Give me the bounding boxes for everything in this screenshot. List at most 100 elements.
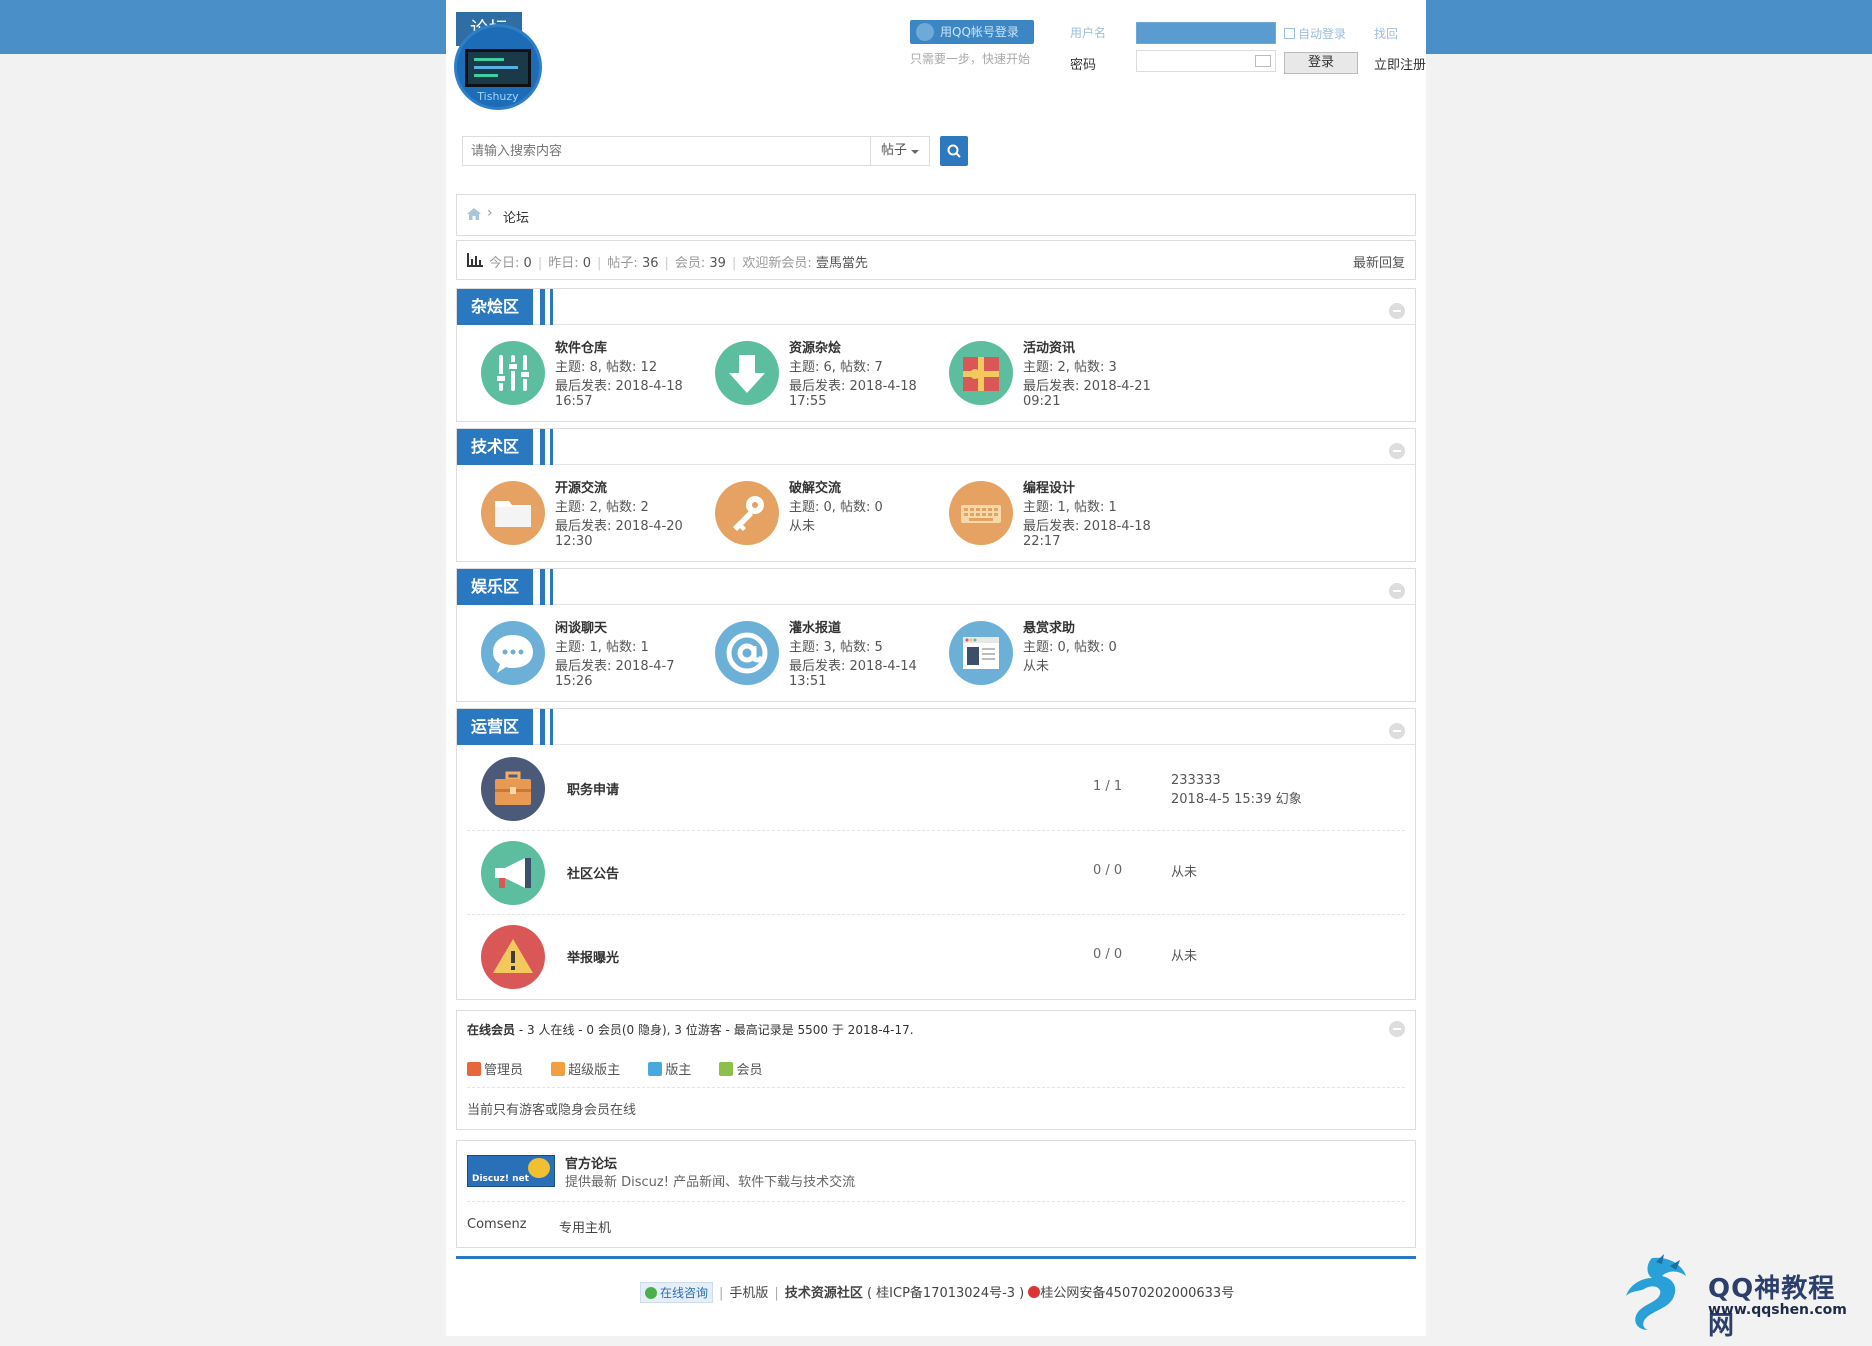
forum-software[interactable]: 软件仓库 主题: 8, 帖数: 12 最后发表: 2018-4-18 16:57	[481, 337, 711, 427]
forum-last-post[interactable]: 233333 2018-4-5 15:39 幻象	[1171, 771, 1302, 809]
forum-name[interactable]: 职务申请	[567, 779, 619, 798]
search-type-select[interactable]: 帖子	[870, 136, 930, 166]
forum-name[interactable]: 灌水报道	[789, 617, 841, 636]
login-hint: 只需要一步，快速开始	[910, 52, 1031, 66]
menu-icon[interactable]	[1396, 14, 1426, 38]
breadcrumb-current[interactable]: 论坛	[503, 207, 529, 226]
forum-name[interactable]: 软件仓库	[555, 337, 607, 356]
auto-login-label: 自动登录	[1298, 27, 1347, 41]
category-title[interactable]: 杂烩区	[457, 289, 553, 325]
forum-last-post[interactable]: 最后发表: 2018-4-21	[1023, 375, 1151, 394]
keyboard-icon	[949, 481, 1013, 545]
latest-reply-link[interactable]: 最新回复	[1353, 252, 1405, 271]
forum-open-source[interactable]: 开源交流 主题: 2, 帖数: 2 最后发表: 2018-4-20 12:30	[481, 477, 711, 567]
forum-counts: 0 / 0	[1093, 947, 1123, 962]
official-forum-link[interactable]: 官方论坛	[565, 1153, 617, 1172]
search-box	[462, 136, 872, 166]
discuz-banner[interactable]: Discuz! net	[467, 1155, 555, 1187]
forum-counts: 0 / 0	[1093, 863, 1123, 878]
forum-programming[interactable]: 编程设计 主题: 1, 帖数: 1 最后发表: 2018-4-18 22:17	[949, 477, 1179, 567]
browser-window-icon	[949, 621, 1013, 685]
forum-last-post[interactable]: 最后发表: 2018-4-18	[1023, 515, 1151, 534]
dragon-logo-icon	[1626, 1254, 1686, 1330]
forum-row-report[interactable]: 举报曝光 0 / 0 从未	[467, 915, 1405, 999]
forum-name[interactable]: 社区公告	[567, 863, 619, 882]
collapse-icon[interactable]	[1389, 443, 1405, 459]
search-icon	[947, 144, 961, 158]
link-comsenz[interactable]: Comsenz	[467, 1217, 527, 1232]
mobile-link[interactable]: 手机版	[729, 1286, 768, 1301]
forum-last-time: 22:17	[1023, 534, 1061, 549]
online-title-link[interactable]: 在线会员	[467, 1023, 515, 1037]
icp-link[interactable]: ( 桂ICP备17013024号-3 )	[867, 1286, 1024, 1301]
forum-chat[interactable]: 闲谈聊天 主题: 1, 帖数: 1 最后发表: 2018-4-7 15:26	[481, 617, 711, 707]
police-record-link[interactable]: 桂公网安备45070202000633号	[1040, 1286, 1234, 1301]
breadcrumb-separator: ›	[487, 205, 493, 221]
forum-name[interactable]: 编程设计	[1023, 477, 1075, 496]
forum-cracking[interactable]: 破解交流 主题: 0, 帖数: 0 从未	[715, 477, 945, 567]
forum-bounty[interactable]: 悬赏求助 主题: 0, 帖数: 0 从未	[949, 617, 1179, 707]
forum-last-time: 09:21	[1023, 394, 1061, 409]
forum-last-post[interactable]: 最后发表: 2018-4-18	[789, 375, 917, 394]
find-password-link[interactable]: 找回密码	[1374, 25, 1398, 42]
forum-name[interactable]: 悬赏求助	[1023, 617, 1075, 636]
forum-last-post[interactable]: 最后发表: 2018-4-7	[555, 655, 675, 674]
super-moderator-icon	[551, 1062, 566, 1076]
category-operations: 运营区 职务申请 1 / 1 233333 2018-4-5 15:39 幻象 社…	[456, 708, 1416, 1000]
forum-last-post[interactable]: 最后发表: 2018-4-14	[789, 655, 917, 674]
forum-last-time: 17:55	[789, 394, 827, 409]
keyboard-icon[interactable]	[1255, 55, 1271, 67]
sliders-icon	[481, 341, 545, 405]
forum-name[interactable]: 活动资讯	[1023, 337, 1075, 356]
forum-events[interactable]: 活动资讯 主题: 2, 帖数: 3 最后发表: 2018-4-21 09:21	[949, 337, 1179, 427]
forum-name[interactable]: 资源杂烩	[789, 337, 841, 356]
moderator-icon	[648, 1062, 663, 1076]
collapse-icon[interactable]	[1389, 723, 1405, 739]
forum-counts: 1 / 1	[1093, 779, 1123, 794]
category-title[interactable]: 运营区	[457, 709, 553, 745]
category-title[interactable]: 技术区	[457, 429, 553, 465]
password-input[interactable]	[1136, 50, 1276, 72]
folder-icon	[481, 481, 545, 545]
forum-row-announcement[interactable]: 社区公告 0 / 0 从未	[467, 831, 1405, 915]
forum-name[interactable]: 举报曝光	[567, 947, 619, 966]
auto-login-checkbox[interactable]: 自动登录	[1284, 25, 1346, 42]
footer-divider	[456, 1256, 1416, 1259]
forum-water[interactable]: 灌水报道 主题: 3, 帖数: 5 最后发表: 2018-4-14 13:51	[715, 617, 945, 707]
forum-stats-bar: 今日: 0 | 昨日: 0 | 帖子: 36 | 会员: 39 | 欢迎新会员: 壹馬當先 最新…	[456, 240, 1416, 280]
collapse-icon[interactable]	[1389, 583, 1405, 599]
forum-counts: 主题: 1, 帖数: 1	[555, 640, 649, 655]
tab-help[interactable]: 求助	[534, 12, 600, 46]
forum-last-post[interactable]: 最后发表: 2018-4-18	[555, 375, 683, 394]
category-title[interactable]: 娱乐区	[457, 569, 553, 605]
site-logo[interactable]: Tishuzy	[454, 24, 542, 110]
chat-bubble-icon	[481, 621, 545, 685]
category-entertainment: 娱乐区 闲谈聊天 主题: 1, 帖数: 1 最后发表: 2018-4-7 15:…	[456, 568, 1416, 702]
register-link[interactable]: 立即注册	[1374, 54, 1426, 73]
password-label: 密码	[1070, 58, 1097, 73]
home-icon[interactable]	[467, 208, 481, 220]
forum-name[interactable]: 破解交流	[789, 477, 841, 496]
username-label: 用户名	[1070, 26, 1107, 40]
breadcrumb: › 论坛	[456, 194, 1416, 236]
search-input[interactable]	[463, 137, 871, 165]
collapse-icon[interactable]	[1389, 303, 1405, 319]
forum-name[interactable]: 开源交流	[555, 477, 607, 496]
site-name-link[interactable]: 技术资源社区	[785, 1286, 863, 1301]
forum-counts: 主题: 1, 帖数: 1	[1023, 500, 1117, 515]
online-consult-button[interactable]: 在线咨询	[640, 1282, 714, 1303]
login-button[interactable]: 登录	[1284, 52, 1358, 74]
link-hosting[interactable]: 专用主机	[559, 1217, 611, 1236]
username-input[interactable]	[1136, 22, 1276, 44]
newest-member-link[interactable]: 壹馬當先	[816, 256, 868, 271]
forum-last-time: 13:51	[789, 674, 827, 689]
collapse-icon[interactable]	[1389, 1021, 1405, 1037]
forum-counts: 主题: 2, 帖数: 3	[1023, 360, 1117, 375]
forum-name[interactable]: 闲谈聊天	[555, 617, 607, 636]
forum-resources[interactable]: 资源杂烩 主题: 6, 帖数: 7 最后发表: 2018-4-18 17:55	[715, 337, 945, 427]
forum-row-job[interactable]: 职务申请 1 / 1 233333 2018-4-5 15:39 幻象	[467, 747, 1405, 831]
qq-login-button[interactable]: 用QQ帐号登录	[910, 20, 1034, 44]
forum-last-post[interactable]: 最后发表: 2018-4-20	[555, 515, 683, 534]
search-button[interactable]	[940, 136, 968, 166]
stats-text: 今日: 0 | 昨日: 0 | 帖子: 36 | 会员: 39 | 欢迎新会员: 壹馬當先	[489, 256, 868, 271]
